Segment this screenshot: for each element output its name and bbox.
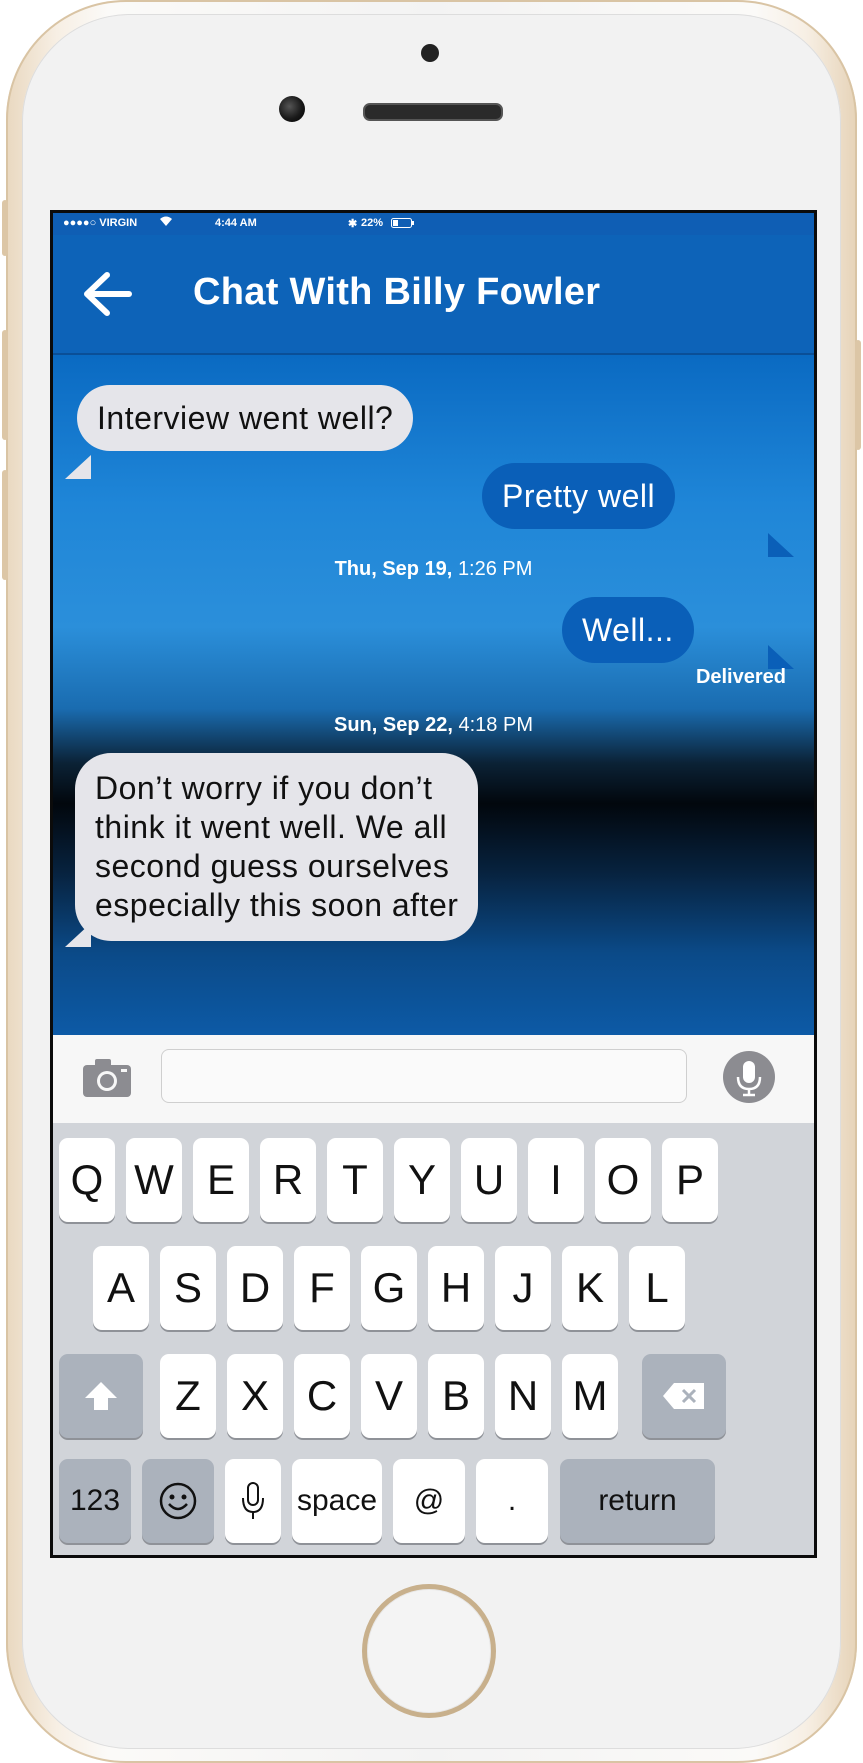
key-b[interactable]: B: [428, 1354, 484, 1438]
keyboard: Q W E R T Y U I O P A S D F G H J K L Z …: [53, 1123, 814, 1555]
back-arrow-icon: [84, 272, 132, 316]
key-w[interactable]: W: [126, 1138, 182, 1222]
home-button[interactable]: [362, 1584, 496, 1718]
emoji-icon: [159, 1482, 197, 1520]
message-line: second guess ourselves: [95, 848, 450, 884]
key-v[interactable]: V: [361, 1354, 417, 1438]
status-bar: ●●●●○ VIRGIN 4:44 AM ✱ 22%: [53, 213, 814, 235]
back-button[interactable]: [79, 269, 139, 321]
key-r[interactable]: R: [260, 1138, 316, 1222]
message-line: Don’t worry if you don’t: [95, 770, 433, 806]
battery-icon: [391, 218, 415, 231]
proximity-sensor: [421, 44, 439, 62]
key-n[interactable]: N: [495, 1354, 551, 1438]
key-u[interactable]: U: [461, 1138, 517, 1222]
bluetooth-icon: ✱: [348, 218, 358, 230]
timestamp-time: 1:26 PM: [457, 558, 533, 580]
front-camera: [279, 96, 305, 122]
key-p[interactable]: P: [662, 1138, 718, 1222]
key-y[interactable]: Y: [394, 1138, 450, 1222]
message-list[interactable]: Interview went well? Pretty well Thu, Se…: [53, 355, 814, 1035]
dictation-key[interactable]: [225, 1459, 281, 1543]
power-button: [855, 340, 861, 450]
earpiece-speaker: [363, 103, 503, 121]
page-title: Chat With Billy Fowler: [193, 271, 601, 313]
delivery-status: Delivered: [695, 666, 786, 688]
shift-key[interactable]: [59, 1354, 143, 1438]
volume-up-button: [2, 330, 8, 440]
message-line: especially this soon after: [95, 887, 459, 923]
chat-header: Chat With Billy Fowler: [53, 235, 814, 355]
at-key[interactable]: @: [393, 1459, 465, 1543]
bubble-tail: [65, 455, 91, 479]
key-d[interactable]: D: [227, 1246, 283, 1330]
camera-button[interactable]: [81, 1055, 133, 1099]
period-key[interactable]: .: [476, 1459, 548, 1543]
key-x[interactable]: X: [227, 1354, 283, 1438]
message-bubble-incoming[interactable]: Don’t worry if you don’t think it went w…: [75, 753, 479, 941]
battery-percent: 22%: [361, 217, 384, 229]
key-g[interactable]: G: [361, 1246, 417, 1330]
space-key[interactable]: space: [292, 1459, 382, 1543]
backspace-icon: [663, 1383, 704, 1409]
key-q[interactable]: Q: [59, 1138, 115, 1222]
numbers-key[interactable]: 123: [59, 1459, 131, 1543]
message-input[interactable]: [161, 1049, 687, 1103]
delete-key[interactable]: [642, 1354, 726, 1438]
message-bubble-incoming[interactable]: Interview went well?: [77, 385, 414, 451]
microphone-icon: [736, 1061, 762, 1097]
return-key[interactable]: return: [560, 1459, 715, 1543]
timestamp: Thu, Sep 19, 1:26 PM: [53, 558, 814, 581]
key-f[interactable]: F: [294, 1246, 350, 1330]
screen: ●●●●○ VIRGIN 4:44 AM ✱ 22% Chat With Bil…: [50, 210, 817, 1558]
key-z[interactable]: Z: [160, 1354, 216, 1438]
microphone-icon: [242, 1482, 264, 1519]
compose-bar: [53, 1035, 814, 1124]
shift-icon: [85, 1382, 117, 1410]
key-s[interactable]: S: [160, 1246, 216, 1330]
message-bubble-outgoing[interactable]: Pretty well: [482, 463, 676, 529]
key-a[interactable]: A: [93, 1246, 149, 1330]
wifi-icon: [159, 215, 173, 230]
key-t[interactable]: T: [327, 1138, 383, 1222]
key-i[interactable]: I: [528, 1138, 584, 1222]
timestamp: Sun, Sep 22, 4:18 PM: [53, 714, 814, 737]
key-e[interactable]: E: [193, 1138, 249, 1222]
key-h[interactable]: H: [428, 1246, 484, 1330]
emoji-key[interactable]: [142, 1459, 214, 1543]
key-l[interactable]: L: [629, 1246, 685, 1330]
clock-label: 4:44 AM: [215, 217, 257, 229]
volume-down-button: [2, 470, 8, 580]
mic-button[interactable]: [723, 1051, 775, 1103]
key-c[interactable]: C: [294, 1354, 350, 1438]
timestamp-day: Thu, Sep 19,: [334, 558, 453, 580]
key-j[interactable]: J: [495, 1246, 551, 1330]
carrier-label: ●●●●○ VIRGIN: [63, 217, 138, 229]
message-line: think it went well. We all: [95, 809, 448, 845]
message-bubble-outgoing[interactable]: Well...: [562, 597, 694, 663]
bubble-tail: [768, 533, 794, 557]
camera-icon: [83, 1059, 131, 1097]
key-m[interactable]: M: [562, 1354, 618, 1438]
mute-switch: [2, 200, 8, 256]
key-o[interactable]: O: [595, 1138, 651, 1222]
timestamp-day: Sun, Sep 22,: [334, 714, 453, 736]
timestamp-time: 4:18 PM: [458, 714, 533, 736]
key-k[interactable]: K: [562, 1246, 618, 1330]
